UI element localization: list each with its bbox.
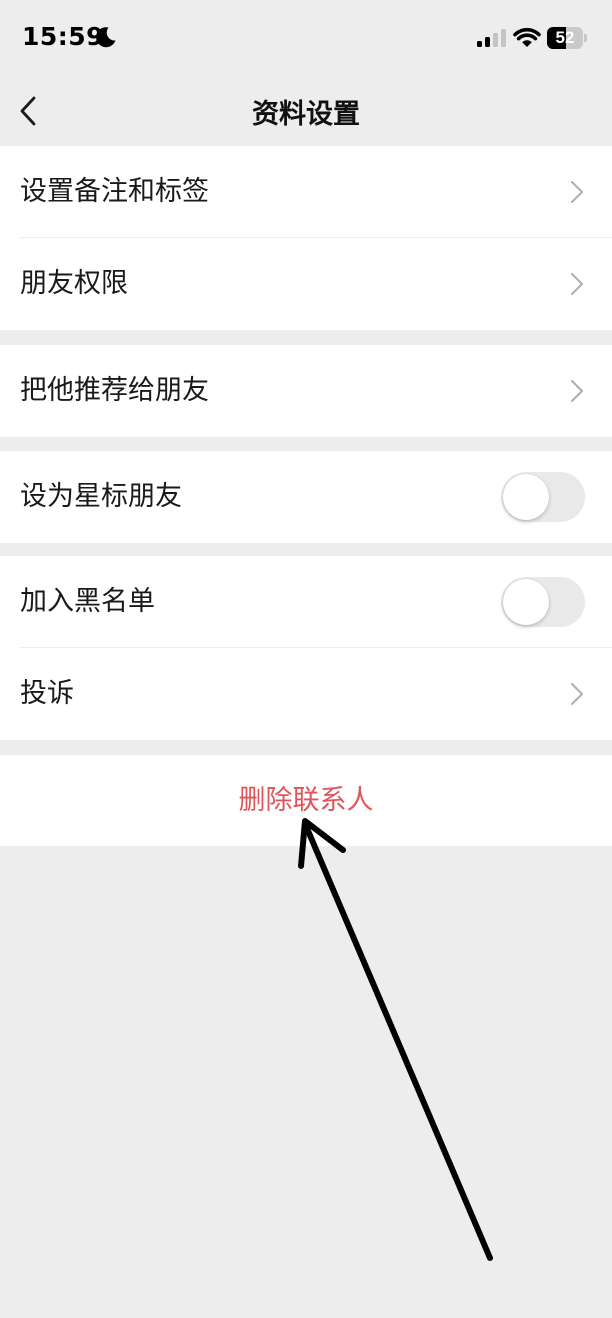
nav-bar: 资料设置 [0,76,612,146]
chevron-right-icon [570,180,584,204]
settings-group-3: 设为星标朋友 [0,451,612,543]
battery-body: 52 [547,27,583,49]
delete-contact-label: 删除联系人 [238,785,374,816]
battery-cap [584,34,587,42]
moon-icon [96,27,116,48]
row-recommend-to-friend[interactable]: 把他推荐给朋友 [0,345,612,437]
row-label: 把他推荐给朋友 [20,375,209,406]
row-label: 投诉 [20,678,74,709]
row-add-to-blacklist: 加入黑名单 [0,556,612,648]
page-title: 资料设置 [252,99,360,130]
row-star-friend: 设为星标朋友 [0,451,612,543]
row-set-remarks-and-tags[interactable]: 设置备注和标签 [0,146,612,238]
status-bar: 15:59 52 [0,0,612,76]
toggle-knob [503,474,549,520]
settings-group-4: 加入黑名单 投诉 [0,556,612,740]
wifi-icon [513,27,541,47]
chevron-right-icon [570,272,584,296]
settings-group-2: 把他推荐给朋友 [0,345,612,437]
settings-group-1: 设置备注和标签 朋友权限 [0,146,612,330]
row-friend-permissions[interactable]: 朋友权限 [0,238,612,330]
status-time: 15:59 [22,22,105,51]
row-label: 朋友权限 [20,268,128,299]
delete-contact-button[interactable]: 删除联系人 [0,755,612,846]
row-label: 设置备注和标签 [20,176,209,207]
signal-icon [477,29,506,47]
chevron-right-icon [570,682,584,706]
battery-level: 52 [555,28,575,47]
row-complain[interactable]: 投诉 [0,648,612,740]
row-label: 加入黑名单 [20,586,155,617]
chevron-right-icon [570,379,584,403]
battery-icon: 52 [547,27,587,49]
row-label: 设为星标朋友 [20,481,182,512]
toggle-knob [503,579,549,625]
star-friend-toggle[interactable] [501,472,585,522]
blacklist-toggle[interactable] [501,577,585,627]
